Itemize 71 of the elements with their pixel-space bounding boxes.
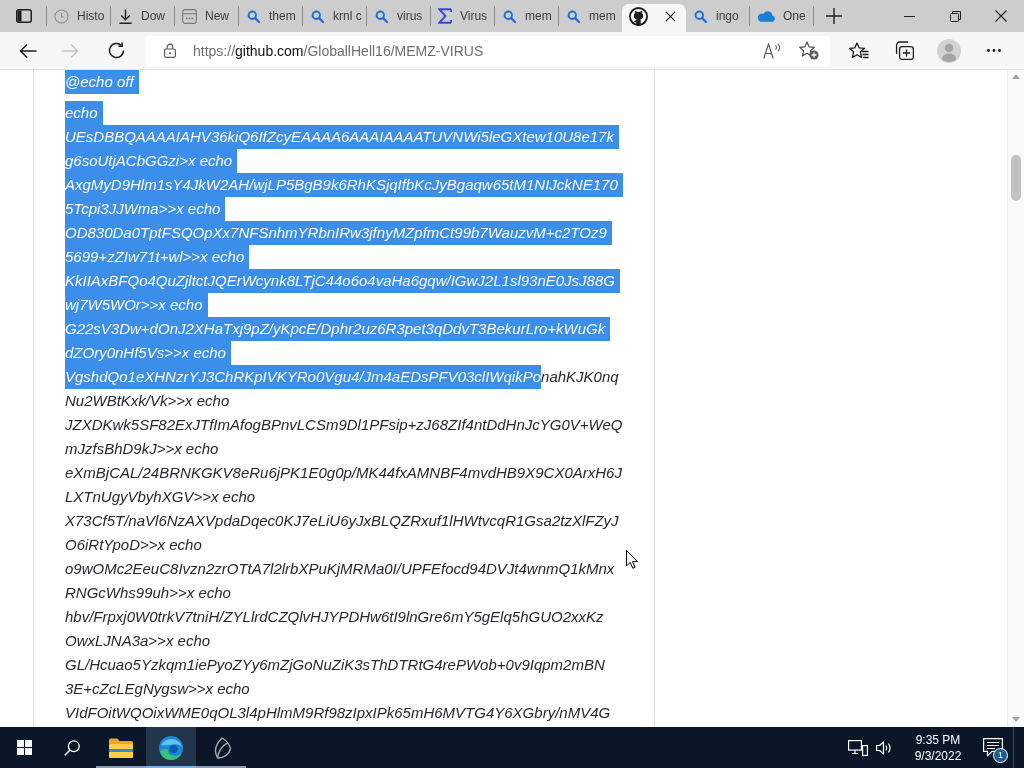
browser-tab[interactable]: Virus <box>431 4 494 32</box>
scrollbar[interactable] <box>1007 70 1024 727</box>
browser-tab[interactable]: One <box>750 4 813 32</box>
browser-tab[interactable]: mem <box>495 4 558 32</box>
swirl-icon <box>159 735 183 760</box>
cloud-icon <box>757 10 775 22</box>
clock-date: 9/3/2022 <box>914 748 962 763</box>
code-line: X73Cf5T/naVl6NzAXVpdaDqec0KJ7eLiU6yJxBLQZRxuf1lHWtvcqR1Gsa2tzXlFZyJ <box>65 511 619 531</box>
code-line: VIdFOitWQOixWME0qOL3l4pHlmM9Rf98zIpxIPk65mH6MVTG4Y6XGbry/nMV4G <box>65 703 611 723</box>
clock-time: 9:35 PM <box>915 732 961 747</box>
taskbar-app-button[interactable] <box>146 727 196 768</box>
sigma-icon <box>438 8 452 24</box>
star-list-icon <box>849 42 869 59</box>
search-icon <box>503 9 516 23</box>
forward-arrow-icon <box>61 42 79 59</box>
download-icon <box>118 8 133 24</box>
star-plus-icon <box>799 41 819 60</box>
back-arrow-icon <box>19 42 37 59</box>
close-icon[interactable] <box>665 10 676 22</box>
code-line: o9wOMc2EeuC8Ivzn2zrOTtA7l2lrbXPuKjMRMa0I/UPFEfocd94DVJt4wnmQ1kMnx <box>65 559 615 579</box>
avatar-icon <box>937 38 961 63</box>
browser-tab[interactable]: Dow <box>111 4 174 32</box>
lock-icon[interactable] <box>164 43 176 58</box>
browser-tab[interactable]: mem <box>559 4 622 32</box>
search-icon <box>694 9 707 23</box>
browser-tab[interactable]: Histo <box>47 4 110 32</box>
code-line: GL/Hcuao5Yzkqm1iePyoZYy6mZjGoNuZiK3sThDTRtG4rePWob+0v9Iqpm2mBN <box>65 655 605 675</box>
clock-icon <box>54 8 69 24</box>
browser-tab[interactable]: New <box>175 4 238 32</box>
stacked-squares-plus-icon <box>894 41 914 60</box>
browser-tab[interactable]: krnl c <box>303 4 366 32</box>
sidebar-panel-icon <box>16 9 32 23</box>
search-icon <box>64 739 80 756</box>
code-line: LXTnUgyVbyhXGV>>x echo <box>65 487 256 507</box>
cat-logo-icon <box>629 6 648 26</box>
more-icon <box>987 49 1001 52</box>
code-line: OwxLJNA3a>>x echo <box>65 631 211 651</box>
page-grid-icon <box>182 8 197 24</box>
monitor-icon[interactable] <box>848 739 868 756</box>
close-icon <box>995 10 1007 22</box>
browser-tab[interactable] <box>622 4 686 32</box>
scrollbar-thumb[interactable] <box>1011 155 1021 201</box>
code-line: mJzfsBhD9kJ>>x echo <box>65 439 219 459</box>
notifications-button[interactable]: 1 <box>973 727 1013 768</box>
code-line: Nu2WBtKxk/Vk>>x echo <box>65 391 230 411</box>
code-line: hbv/Frpxj0W0trkV7tniH/ZYLlrdCZQlvHJYPDHw6tI9lnGre6mY5gElq5hGUO2xxKz <box>65 607 604 627</box>
folder-icon <box>109 737 133 758</box>
code-line: eXmBjCAL/24BRNKGKV8eRu6jPK1E0g0p/MK44fxAMNBF4mvdHB9X9CX0ArxH6J <box>65 463 622 483</box>
mouse-pointer-icon <box>626 550 638 569</box>
search-icon <box>247 9 260 23</box>
url-text[interactable]: https://github.com/GloballHell16/MEMZ-VIRUS <box>193 42 484 59</box>
speech-bubble-icon <box>983 738 1003 757</box>
browser-tab[interactable]: them <box>239 4 302 32</box>
search-icon <box>311 9 324 23</box>
plus-icon <box>826 8 842 24</box>
code-line: JZXDKwk5SF82ExJTfImAfogBPnvLCSm9Dl1PFsip+zJ68ZIf4ntDdHnJcYG0V+WeQ <box>65 415 623 435</box>
speaker-icon[interactable] <box>876 740 893 755</box>
code-line: O6iRtYpoD>>x echo <box>65 535 202 555</box>
browser-tab[interactable]: virus <box>367 4 430 32</box>
address-bar[interactable]: https://github.com/GloballHell16/MEMZ-VIRUS <box>145 35 830 66</box>
browser-tab[interactable]: ingo <box>686 4 749 32</box>
minimize-icon <box>903 15 915 17</box>
code-line: RNGcWhs99uh>>x echo <box>65 583 231 603</box>
restore-icon <box>949 10 961 22</box>
search-icon <box>567 9 580 23</box>
letter-sound-waves-icon <box>763 42 783 59</box>
refresh-icon <box>107 42 125 59</box>
notification-count: 1 <box>993 748 1008 763</box>
code-line: 3E+cZcLEgNygsw>>x echo <box>65 679 250 699</box>
windows-logo-icon <box>16 740 32 755</box>
search-icon <box>375 9 388 23</box>
